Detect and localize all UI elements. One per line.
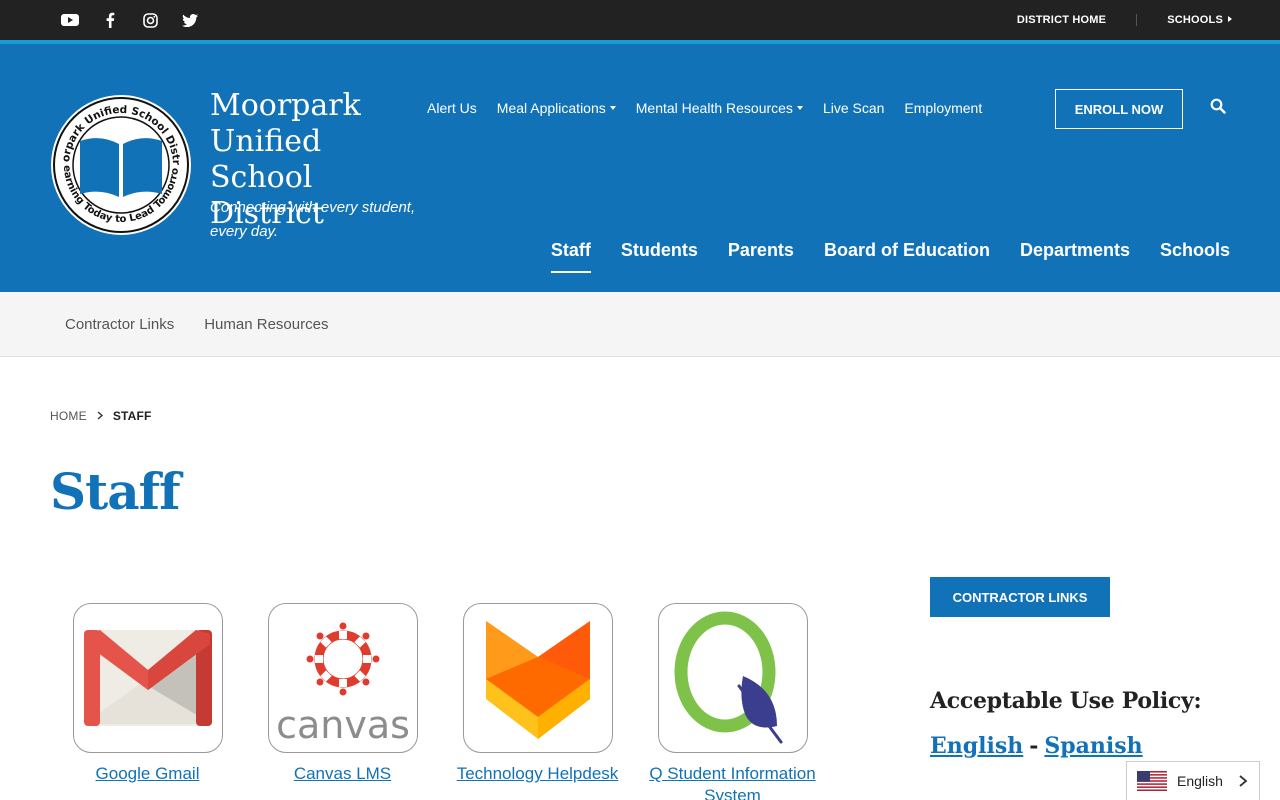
nav-alert-us[interactable]: Alert Us [427, 100, 477, 116]
contractor-links-button[interactable]: CONTRACTOR LINKS [930, 577, 1110, 617]
helpdesk-tile[interactable] [462, 603, 613, 753]
main-nav: Staff Students Parents Board of Educatio… [550, 240, 1230, 273]
top-links: DISTRICT HOME SCHOOLS [987, 0, 1232, 40]
chevron-right-icon [1239, 775, 1248, 787]
breadcrumb-home[interactable]: HOME [50, 409, 87, 423]
caret-down-icon [796, 106, 803, 110]
helpdesk-fox-icon [485, 621, 590, 739]
chevron-right-icon [97, 409, 103, 423]
section-subnav: Contractor Links Human Resources [0, 292, 1280, 357]
breadcrumb-current: STAFF [112, 409, 152, 423]
nav-meal-applications[interactable]: Meal Applications [497, 100, 616, 116]
site-tagline: Connecting with every student, every day… [210, 199, 416, 240]
search-icon[interactable] [1210, 98, 1230, 118]
quick-link-q-sis[interactable]: Q Student Information System [635, 603, 830, 800]
facebook-icon[interactable] [100, 10, 120, 30]
page-title: Staff [50, 462, 181, 521]
main-nav-departments[interactable]: Departments [1020, 240, 1130, 273]
svg-text:canvas: canvas [276, 703, 410, 743]
nav-mental-health-label: Mental Health Resources [635, 100, 793, 116]
main-nav-parents[interactable]: Parents [728, 240, 794, 273]
quick-link-helpdesk[interactable]: Technology Helpdesk [440, 603, 635, 800]
twitter-icon[interactable] [180, 10, 200, 30]
utility-bar: DISTRICT HOME SCHOOLS [0, 0, 1280, 40]
nav-employment-label: Employment [904, 100, 983, 116]
helpdesk-link[interactable]: Technology Helpdesk [443, 763, 633, 785]
language-label: English [1177, 773, 1223, 789]
main-nav-staff[interactable]: Staff [550, 240, 591, 273]
canvas-icon: canvas [276, 622, 410, 743]
main-nav-board-of-education[interactable]: Board of Education [824, 240, 990, 273]
gmail-icon [83, 630, 212, 726]
quick-link-gmail[interactable]: Google Gmail [50, 603, 245, 800]
utility-nav: Alert Us Meal Applications Mental Health… [427, 100, 982, 116]
us-flag-icon [1137, 771, 1167, 791]
quick-link-canvas[interactable]: canvas Canvas LMS [245, 603, 440, 800]
district-home-link[interactable]: DISTRICT HOME [987, 14, 1136, 26]
subnav-human-resources[interactable]: Human Resources [204, 316, 328, 333]
schools-menu[interactable]: SCHOOLS [1136, 14, 1232, 26]
main-nav-schools[interactable]: Schools [1160, 240, 1230, 273]
nav-employment[interactable]: Employment [904, 100, 982, 116]
nav-live-scan-label: Live Scan [822, 100, 885, 116]
nav-alert-us-label: Alert Us [427, 100, 477, 116]
aup-english-link[interactable]: English [930, 733, 1023, 759]
caret-down-icon [609, 106, 616, 110]
social-links [60, 10, 200, 30]
site-header: Moorpark Unified School District Learnin… [0, 40, 1280, 292]
quick-links: Google Gmail canvas Canvas LMS Technolog… [50, 603, 830, 800]
main-nav-students[interactable]: Students [621, 240, 698, 273]
gmail-tile[interactable] [72, 603, 223, 753]
canvas-tile[interactable]: canvas [267, 603, 418, 753]
nav-meal-applications-label: Meal Applications [496, 100, 606, 116]
acceptable-use-policy-heading: Acceptable Use Policy: [930, 688, 1202, 714]
canvas-link[interactable]: Canvas LMS [248, 763, 438, 785]
breadcrumb: HOME STAFF [50, 409, 152, 423]
instagram-icon[interactable] [140, 10, 160, 30]
nav-mental-health-resources[interactable]: Mental Health Resources [636, 100, 803, 116]
caret-right-icon [1228, 16, 1232, 22]
district-seal-logo[interactable]: Moorpark Unified School District Learnin… [50, 94, 192, 236]
enroll-now-button[interactable]: ENROLL NOW [1055, 89, 1183, 129]
q-sis-tile[interactable] [657, 603, 808, 753]
nav-live-scan[interactable]: Live Scan [823, 100, 884, 116]
aup-separator: - [1029, 733, 1039, 759]
youtube-icon[interactable] [60, 10, 80, 30]
acceptable-use-policy-links: English - Spanish [930, 733, 1143, 759]
language-selector[interactable]: English [1126, 761, 1260, 800]
gmail-link[interactable]: Google Gmail [53, 763, 243, 785]
schools-menu-label: SCHOOLS [1167, 14, 1223, 26]
subnav-contractor-links[interactable]: Contractor Links [65, 316, 174, 333]
q-sis-link[interactable]: Q Student Information System [638, 763, 828, 800]
aup-spanish-link[interactable]: Spanish [1044, 733, 1142, 759]
q-sis-icon [674, 611, 782, 744]
